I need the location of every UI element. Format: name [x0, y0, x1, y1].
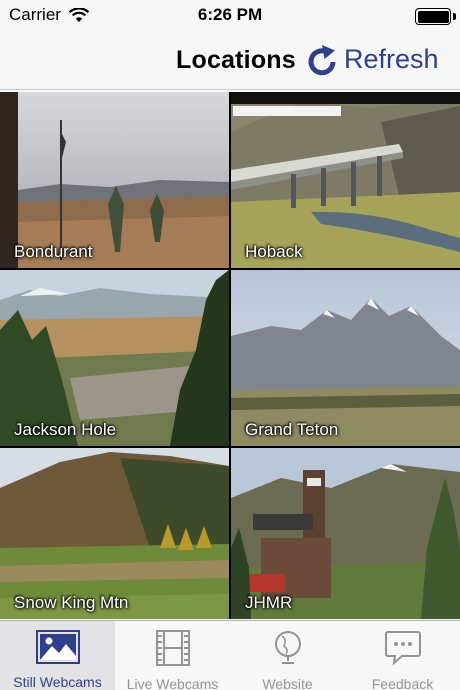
page-title: Locations: [176, 46, 296, 74]
webcam-tile-bondurant[interactable]: Bondurant: [0, 92, 229, 268]
tab-label: Website: [262, 676, 313, 690]
tab-website[interactable]: Website: [230, 621, 345, 690]
webcam-grid: Bondurant Hoback Jackson Hole Grand Teto…: [0, 92, 460, 619]
refresh-label: Refresh: [344, 43, 439, 74]
globe-icon: [266, 630, 310, 666]
webcam-tile-hoback[interactable]: Hoback: [231, 92, 460, 268]
chat-bubble-icon: [381, 630, 425, 666]
refresh-icon: [308, 45, 336, 76]
refresh-button[interactable]: Refresh: [308, 42, 439, 76]
webcam-label: Snow King Mtn: [14, 593, 129, 612]
tab-label: Still Webcams: [13, 674, 102, 690]
webcam-label: Bondurant: [14, 242, 93, 261]
tab-still-webcams[interactable]: Still Webcams: [0, 621, 115, 690]
status-time: 6:26 PM: [197, 5, 263, 24]
webcam-label: Jackson Hole: [14, 420, 117, 439]
webcam-tile-snow-king-mtn[interactable]: Snow King Mtn: [0, 448, 229, 619]
tab-live-webcams[interactable]: Live Webcams: [115, 621, 230, 690]
tab-feedback[interactable]: Feedback: [345, 621, 460, 690]
tab-label: Live Webcams: [126, 676, 219, 690]
film-icon: [151, 630, 195, 666]
webcam-tile-jackson-hole[interactable]: Jackson Hole: [0, 270, 229, 446]
navigation-bar: Locations Refresh: [0, 32, 460, 90]
tab-label: Feedback: [371, 676, 434, 690]
battery-icon: [415, 8, 451, 25]
tab-bar: Still Webcams Live Webcams Website Feedb…: [0, 620, 460, 690]
webcam-tile-grand-teton[interactable]: Grand Teton: [231, 270, 460, 446]
webcam-label: Hoback: [245, 242, 303, 261]
webcam-label: Grand Teton: [245, 420, 339, 439]
webcam-tile-jhmr[interactable]: JHMR: [231, 448, 460, 619]
webcam-label: JHMR: [245, 593, 293, 612]
status-bar: Carrier 6:26 PM: [0, 0, 460, 32]
photo-icon: [35, 630, 80, 664]
